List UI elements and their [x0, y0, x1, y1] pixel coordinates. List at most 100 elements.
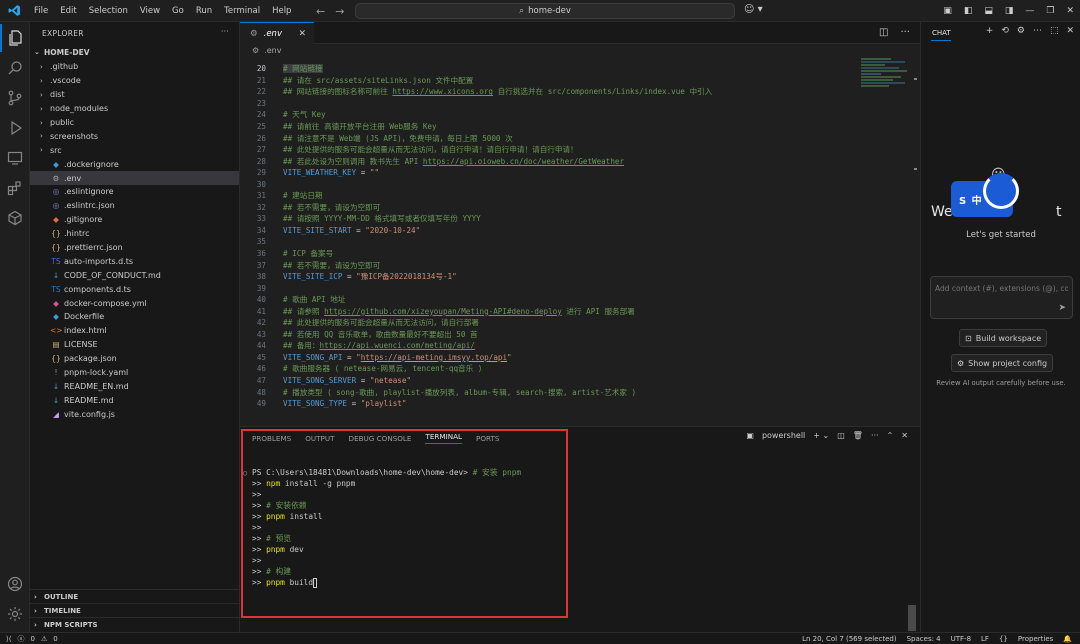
menu-item[interactable]: Help: [266, 0, 297, 22]
new-chat-icon[interactable]: +: [986, 26, 994, 36]
more-actions-icon[interactable]: ⋯: [1033, 26, 1042, 36]
menu-item[interactable]: Go: [166, 0, 190, 22]
show-project-config-button[interactable]: ⚙ Show project config: [951, 354, 1054, 372]
close-icon[interactable]: ✕: [1066, 26, 1074, 36]
send-icon[interactable]: ➤: [1058, 303, 1066, 313]
tree-file[interactable]: ◆ docker-compose.yml: [30, 296, 239, 310]
tree-file[interactable]: ◆ Dockerfile: [30, 310, 239, 324]
notifications-bell-icon[interactable]: 🔔: [1063, 635, 1072, 643]
outline-section[interactable]: › OUTLINE: [30, 589, 240, 603]
tree-folder[interactable]: › src: [30, 143, 239, 157]
command-decoration-icon[interactable]: ○: [243, 469, 247, 477]
history-icon[interactable]: ⟲: [1001, 26, 1009, 36]
tree-folder[interactable]: › screenshots: [30, 129, 239, 143]
account-icon[interactable]: [0, 570, 30, 598]
chat-title[interactable]: CHAT: [932, 29, 951, 37]
code-editor[interactable]: 20 # 网站链接 21 ## 请在 src/assets/siteLinks.jso…: [240, 63, 860, 426]
tree-folder[interactable]: › node_modules: [30, 102, 239, 116]
shell-label[interactable]: powershell: [762, 431, 805, 440]
source-control-icon[interactable]: [0, 84, 30, 112]
panel-tab[interactable]: OUTPUT: [305, 434, 334, 443]
line-ending[interactable]: LF: [981, 635, 989, 643]
tree-file[interactable]: ! pnpm-lock.yaml: [30, 366, 239, 380]
tree-file[interactable]: ↓ CODE_OF_CONDUCT.md: [30, 268, 239, 282]
settings-gear-icon[interactable]: [0, 600, 30, 628]
tree-file[interactable]: {} package.json: [30, 352, 239, 366]
remote-icon[interactable]: ⟩⟨: [6, 635, 11, 643]
tree-file[interactable]: ↓ README.md: [30, 393, 239, 407]
search-icon[interactable]: [0, 54, 30, 82]
minimize-icon[interactable]: —: [1019, 6, 1040, 16]
encoding[interactable]: UTF-8: [951, 635, 971, 643]
layout-icon[interactable]: ▣: [937, 6, 958, 16]
add-terminal-icon[interactable]: + ⌄: [813, 431, 829, 440]
close-window-icon[interactable]: ✕: [1060, 6, 1080, 16]
more-actions-icon[interactable]: ···: [871, 431, 879, 440]
tree-file[interactable]: ⚙ .env: [30, 171, 239, 186]
build-workspace-button[interactable]: ⊡ Build workspace: [959, 329, 1048, 347]
close-icon[interactable]: ✕: [298, 29, 306, 39]
menu-item[interactable]: Terminal: [218, 0, 266, 22]
chat-input-box[interactable]: ➤: [930, 276, 1073, 319]
indentation[interactable]: Spaces: 4: [907, 635, 941, 643]
minimap[interactable]: [861, 58, 911, 98]
terminal-scrollbar[interactable]: [908, 605, 916, 631]
menu-item[interactable]: Selection: [83, 0, 134, 22]
warning-count[interactable]: 0: [53, 635, 57, 643]
error-count[interactable]: 0: [30, 635, 34, 643]
restore-icon[interactable]: ❐: [1040, 6, 1060, 16]
tree-file[interactable]: ↓ README_EN.md: [30, 379, 239, 393]
maximize-icon[interactable]: ⬚: [1050, 26, 1059, 36]
close-panel-icon[interactable]: ✕: [901, 431, 908, 440]
run-debug-icon[interactable]: [0, 114, 30, 142]
back-arrow-icon[interactable]: ←: [316, 5, 325, 18]
menu-item[interactable]: File: [28, 0, 54, 22]
chat-input[interactable]: [935, 284, 1068, 293]
tree-file[interactable]: TS components.d.ts: [30, 282, 239, 296]
panel-tab[interactable]: TERMINAL: [425, 432, 463, 444]
tree-file[interactable]: ◎ .eslintrc.json: [30, 199, 239, 213]
explorer-icon[interactable]: [0, 24, 30, 52]
copilot-icon[interactable]: ☺ ▾: [744, 4, 763, 15]
tree-file[interactable]: <> index.html: [30, 324, 239, 338]
panel-tab[interactable]: DEBUG CONSOLE: [349, 434, 412, 443]
tree-file[interactable]: {} .hintrc: [30, 227, 239, 241]
breadcrumb[interactable]: ⚙ .env: [240, 44, 920, 57]
docker-icon[interactable]: [0, 204, 30, 232]
more-actions-icon[interactable]: ···: [221, 27, 229, 36]
split-editor-icon[interactable]: ◫: [879, 27, 888, 38]
extensions-icon[interactable]: [0, 174, 30, 202]
tree-file[interactable]: ◆ .gitignore: [30, 213, 239, 227]
tree-file[interactable]: {} .prettierrc.json: [30, 241, 239, 255]
npm-scripts-section[interactable]: › NPM SCRIPTS: [30, 617, 240, 631]
tree-file[interactable]: ◎ .eslintignore: [30, 185, 239, 199]
tree-folder[interactable]: › .github: [30, 60, 239, 74]
tree-file[interactable]: ▤ LICENSE: [30, 338, 239, 352]
remote-explorer-icon[interactable]: [0, 144, 30, 172]
timeline-section[interactable]: › TIMELINE: [30, 603, 240, 617]
tree-file[interactable]: TS auto-imports.d.ts: [30, 254, 239, 268]
menu-item[interactable]: View: [134, 0, 166, 22]
cursor-position[interactable]: Ln 20, Col 7 (569 selected): [802, 635, 897, 643]
menu-item[interactable]: Edit: [54, 0, 82, 22]
tree-file[interactable]: ◆ .dockerignore: [30, 157, 239, 171]
error-icon[interactable]: ⓧ: [17, 634, 24, 644]
toggle-panel-icon[interactable]: ⬓: [978, 6, 999, 16]
language-mode[interactable]: Properties: [1018, 635, 1053, 643]
split-terminal-icon[interactable]: ◫: [837, 431, 845, 440]
trash-icon[interactable]: 🗑: [853, 431, 863, 440]
tree-folder[interactable]: › dist: [30, 88, 239, 102]
maximize-panel-icon[interactable]: ⌃: [887, 431, 894, 440]
tab-env[interactable]: ⚙ .env ✕: [240, 22, 314, 44]
settings-gear-icon[interactable]: ⚙: [1017, 26, 1025, 36]
panel-tab[interactable]: PROBLEMS: [252, 434, 291, 443]
toggle-secondary-sidebar-icon[interactable]: ◨: [999, 6, 1020, 16]
panel-tab[interactable]: PORTS: [476, 434, 499, 443]
tree-folder[interactable]: › public: [30, 116, 239, 130]
command-center[interactable]: ⌕ home-dev: [355, 3, 735, 19]
tree-file[interactable]: ◢ vite.config.js: [30, 407, 239, 421]
toggle-sidebar-icon[interactable]: ◧: [958, 6, 979, 16]
menu-item[interactable]: Run: [190, 0, 218, 22]
tree-folder[interactable]: › .vscode: [30, 74, 239, 88]
editor-scrollbar[interactable]: [908, 58, 918, 426]
